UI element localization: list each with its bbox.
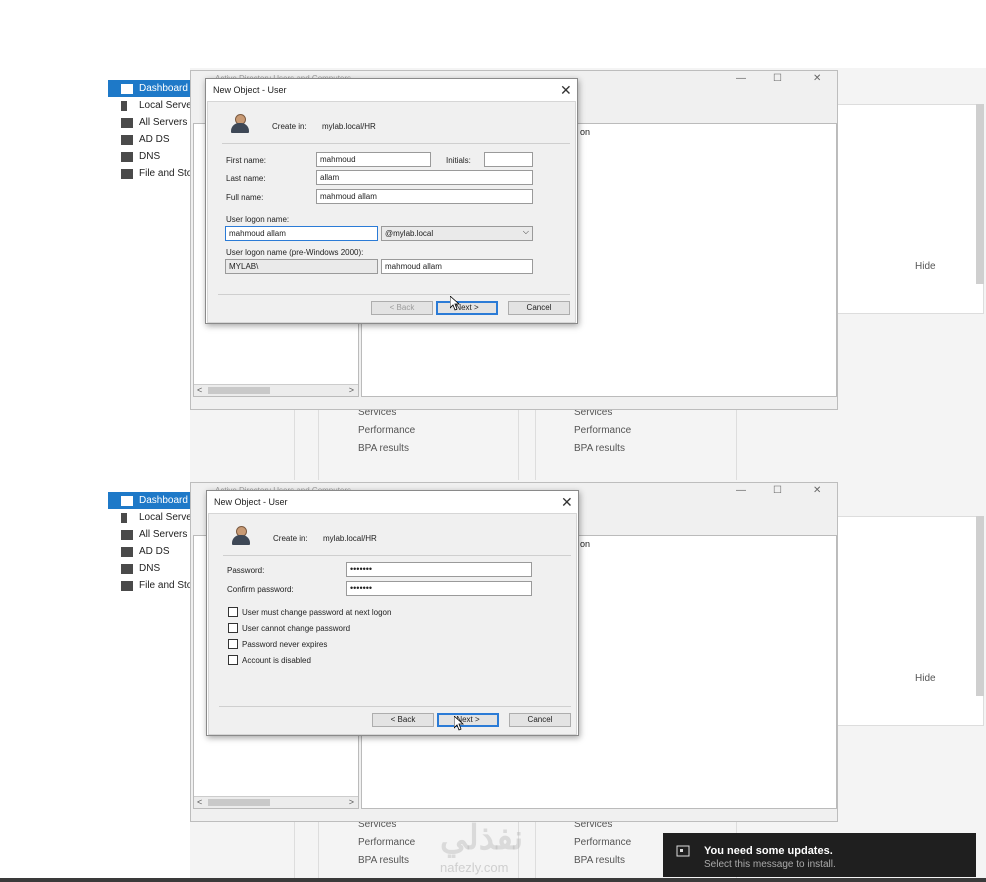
tree-hscrollbar[interactable]: < > — [194, 796, 358, 808]
dashboard-panel: Hide — [834, 516, 984, 726]
nav-item-file-storage[interactable]: File and Storage Services — [108, 165, 190, 182]
tile-bpa-right[interactable]: BPA results — [574, 443, 625, 454]
create-in-value: mylab.local/HR — [322, 122, 376, 131]
back-button[interactable]: < Back — [371, 301, 433, 315]
tree-hscrollbar[interactable]: < > — [194, 384, 358, 396]
dashboard-icon — [121, 83, 133, 94]
cannot-change-password-checkbox[interactable] — [228, 623, 238, 633]
cancel-button[interactable]: Cancel — [508, 301, 570, 315]
pre2000-logon-field[interactable]: mahmoud allam — [381, 259, 533, 274]
account-disabled-checkbox[interactable] — [228, 655, 238, 665]
scrollbar-right[interactable] — [976, 104, 984, 284]
dialog-close-button[interactable]: ✕ — [561, 494, 573, 511]
tile-performance-left[interactable]: Performance — [358, 837, 415, 848]
ad-ds-icon — [121, 546, 133, 557]
toast-title: You need some updates. — [704, 845, 833, 857]
tile-performance-right[interactable]: Performance — [574, 837, 631, 848]
full-name-field[interactable]: mahmoud allam — [316, 189, 533, 204]
dialog-body: Create in: mylab.local/HR First name: ma… — [207, 101, 576, 323]
nav-item-local-server[interactable]: Local Server — [108, 97, 190, 114]
new-user-dialog-1: New Object - User ✕ Create in: mylab.loc… — [205, 78, 578, 324]
dialog-body: Create in: mylab.local/HR Password: ••••… — [208, 513, 577, 735]
close-window-button[interactable]: ✕ — [813, 73, 821, 84]
scrollbar-right[interactable] — [976, 516, 984, 696]
dns-icon — [121, 563, 133, 574]
close-window-button[interactable]: ✕ — [813, 485, 821, 496]
dialog-close-button[interactable]: ✕ — [560, 82, 572, 99]
dialog-title: New Object - User — [214, 497, 288, 507]
user-icon — [231, 526, 251, 546]
nav-item-all-servers[interactable]: All Servers — [108, 526, 190, 543]
servers-icon — [121, 529, 133, 540]
back-button[interactable]: < Back — [372, 713, 434, 727]
confirm-password-field[interactable]: ••••••• — [346, 581, 532, 596]
dialog-title: New Object - User — [213, 85, 287, 95]
domain-select[interactable]: @mylab.local ⌵ — [381, 226, 533, 241]
next-button[interactable]: Next > — [436, 301, 498, 315]
nav-item-dashboard[interactable]: Dashboard — [108, 492, 190, 509]
nav-item-ad-ds[interactable]: AD DS — [108, 543, 190, 560]
nav-item-dashboard[interactable]: Dashboard — [108, 80, 190, 97]
server-manager-nav: Dashboard Local Server All Servers AD DS… — [108, 68, 190, 480]
maximize-button[interactable]: ☐ — [773, 73, 782, 84]
watermark-arabic: نفذلي — [440, 819, 524, 857]
update-toast[interactable]: You need some updates. Select this messa… — [663, 833, 976, 877]
tile-bpa-left[interactable]: BPA results — [358, 443, 409, 454]
mouse-cursor-icon — [454, 716, 464, 731]
ad-ds-icon — [121, 134, 133, 145]
notification-icon — [676, 845, 690, 857]
hide-link[interactable]: Hide — [915, 673, 936, 684]
minimize-button[interactable]: — — [736, 485, 746, 496]
servers-icon — [121, 117, 133, 128]
file-storage-icon — [121, 168, 133, 179]
dashboard-icon — [121, 495, 133, 506]
tile-bpa-right[interactable]: BPA results — [574, 855, 625, 866]
logon-name-field[interactable]: mahmoud allam — [225, 226, 378, 241]
dashboard-panel: Hide — [834, 104, 984, 314]
new-user-dialog-2: New Object - User ✕ Create in: mylab.loc… — [206, 490, 579, 736]
nav-item-all-servers[interactable]: All Servers — [108, 114, 190, 131]
minimize-button[interactable]: — — [736, 73, 746, 84]
must-change-password-checkbox[interactable] — [228, 607, 238, 617]
tile-bpa-left[interactable]: BPA results — [358, 855, 409, 866]
first-name-field[interactable]: mahmoud — [316, 152, 431, 167]
taskbar-strip — [0, 878, 986, 882]
create-in-value: mylab.local/HR — [323, 534, 377, 543]
password-never-expires-checkbox[interactable] — [228, 639, 238, 649]
password-field[interactable]: ••••••• — [346, 562, 532, 577]
nav-item-dns[interactable]: DNS — [108, 560, 190, 577]
nav-item-ad-ds[interactable]: AD DS — [108, 131, 190, 148]
file-storage-icon — [121, 580, 133, 591]
tile-performance-left[interactable]: Performance — [358, 425, 415, 436]
maximize-button[interactable]: ☐ — [773, 485, 782, 496]
server-manager-nav: Dashboard Local Server All Servers AD DS… — [108, 480, 190, 880]
watermark-latin: nafezly.com — [440, 860, 509, 875]
hide-link[interactable]: Hide — [915, 261, 936, 272]
pre2000-domain-field: MYLAB\ — [225, 259, 378, 274]
nav-item-local-server[interactable]: Local Server — [108, 509, 190, 526]
user-icon — [230, 114, 250, 134]
server-icon — [121, 512, 127, 523]
nav-item-dns[interactable]: DNS — [108, 148, 190, 165]
server-icon — [121, 100, 127, 111]
chevron-down-icon: ⌵ — [522, 227, 529, 236]
nav-item-file-storage[interactable]: File and Storage Services — [108, 577, 190, 594]
dns-icon — [121, 151, 133, 162]
next-button[interactable]: Next > — [437, 713, 499, 727]
cancel-button[interactable]: Cancel — [509, 713, 571, 727]
last-name-field[interactable]: allam — [316, 170, 533, 185]
toast-message: Select this message to install. — [704, 859, 836, 870]
tile-performance-right[interactable]: Performance — [574, 425, 631, 436]
initials-field[interactable] — [484, 152, 533, 167]
mouse-cursor-icon — [450, 296, 460, 311]
